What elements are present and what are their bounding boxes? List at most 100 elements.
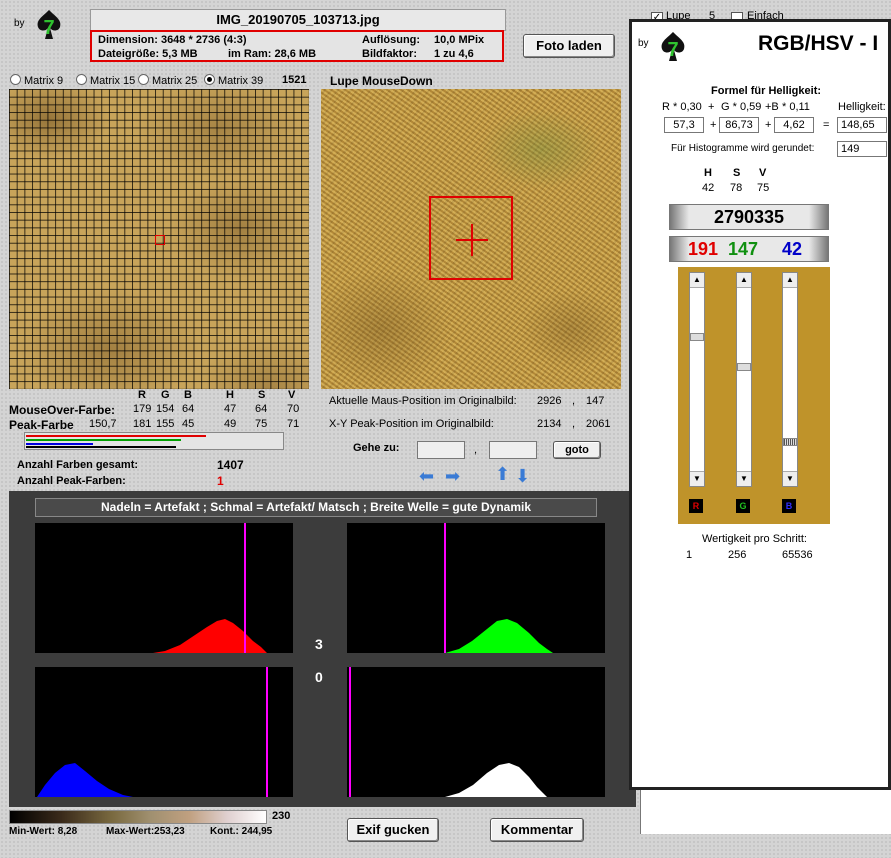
goto-label: Gehe zu:: [353, 442, 400, 454]
formula-title: Formel für Helligkeit:: [711, 85, 822, 97]
lupe-image[interactable]: [321, 89, 621, 389]
wertigkeit-b: 65536: [782, 549, 813, 561]
histogram-panel: Nadeln = Artefakt ; Schmal = Artefakt/ M…: [9, 491, 636, 807]
slider-b-thumb[interactable]: [783, 438, 797, 446]
rgb-value-b: 42: [782, 239, 803, 259]
rgb-panel-shadow: [640, 790, 891, 834]
peak-h: 49: [224, 418, 237, 430]
logo-icon: 7: [32, 8, 66, 42]
arrow-down-icon[interactable]: ⬇: [515, 466, 530, 487]
formula-r: R * 0,30: [662, 101, 702, 113]
hsv-header-h: H: [704, 167, 712, 179]
matrix-option-25[interactable]: Matrix 25: [138, 74, 197, 87]
radio-icon: [10, 74, 21, 85]
slider-down-icon[interactable]: ▼: [783, 471, 797, 486]
peak-values: 150,7 181 155 45 49 75 71: [0, 418, 310, 430]
g-weighted-field: 86,73: [719, 117, 759, 133]
slider-r-thumb[interactable]: [690, 333, 704, 341]
peak-position-label: X-Y Peak-Position im Originalbild:: [329, 418, 494, 430]
matrix-option-9[interactable]: Matrix 9: [10, 74, 63, 87]
wertigkeit-label: Wertigkeit pro Schritt:: [702, 533, 807, 545]
slider-r[interactable]: ▲ ▼: [689, 272, 705, 487]
filename-box: IMG_20190705_103713.jpg: [90, 9, 506, 31]
hsv-value-s: 78: [730, 182, 743, 194]
value-gradient: [9, 810, 267, 824]
peak-position-y: 2061: [586, 418, 611, 430]
peak-g: 155: [156, 418, 175, 430]
resolution-value: 10,0 MPix: [434, 34, 485, 46]
mouse-position-label: Aktuelle Maus-Position im Originalbild:: [329, 395, 517, 407]
slider-up-icon[interactable]: ▲: [690, 273, 704, 288]
hsv-value-v: 75: [757, 182, 770, 194]
arrow-left-icon[interactable]: ⬅: [419, 466, 434, 487]
histogram-middle-bottom: 0: [315, 669, 323, 685]
helligkeit-field: 148,65: [837, 117, 887, 133]
equals-sign: =: [823, 119, 830, 131]
matrix-center-marker: [155, 235, 165, 245]
color-swatch-sliders: ▲ ▼ ▲ ▼ ▲ ▼ R G B: [678, 267, 830, 524]
kommentar-button[interactable]: Kommentar: [490, 818, 584, 842]
slider-up-icon[interactable]: ▲: [737, 273, 751, 288]
goto-x-input[interactable]: [417, 441, 465, 459]
histogram-caption-box: Nadeln = Artefakt ; Schmal = Artefakt/ M…: [35, 498, 597, 517]
slider-g[interactable]: ▲ ▼: [736, 272, 752, 487]
plus-sign-1: +: [710, 119, 717, 131]
factor-label: Bildfaktor:: [362, 48, 417, 60]
total-colors-value: 1407: [217, 458, 244, 472]
peak-brightness: 150,7: [89, 418, 117, 430]
slider-g-thumb[interactable]: [737, 363, 751, 371]
b-weighted-field: 4,62: [774, 117, 814, 133]
radio-icon: [76, 74, 87, 85]
rgb-panel-by: by: [638, 38, 649, 49]
wertigkeit-r: 1: [686, 549, 693, 561]
arrow-up-icon[interactable]: ⬆: [495, 464, 510, 485]
rgb-panel: by 7 RGB/HSV - I Formel für Helligkeit: …: [629, 19, 891, 790]
histogram-green: [347, 523, 605, 653]
slider-label-b: B: [782, 499, 796, 513]
file-info-box: Dimension: 3648 * 2736 (4:3) Auflösung: …: [90, 30, 504, 62]
slider-down-icon[interactable]: ▼: [690, 471, 704, 486]
exif-button[interactable]: Exif gucken: [347, 818, 439, 842]
logo-by: by: [14, 18, 25, 29]
slider-label-r: R: [689, 499, 703, 513]
goto-y-input[interactable]: [489, 441, 537, 459]
peak-v: 71: [287, 418, 300, 430]
histogram-brightness: [347, 667, 605, 797]
slider-b[interactable]: ▲ ▼: [782, 272, 798, 487]
mouseover-r: 179: [133, 403, 152, 415]
peak-colors-value: 1: [217, 474, 224, 488]
rounded-label: Für Histogramme wird gerundet:: [671, 143, 815, 154]
foto-laden-button[interactable]: Foto laden: [523, 34, 615, 58]
color-code: 2790335: [713, 207, 785, 227]
peak-r: 181: [133, 418, 152, 430]
min-value: Min-Wert: 8,28: [9, 826, 78, 837]
rgb-value-r: 191: [688, 239, 719, 259]
histogram-blue: [35, 667, 293, 797]
brightness-bar: [26, 446, 176, 448]
header-g: G: [161, 389, 170, 401]
radio-selected-icon: [204, 74, 215, 85]
slider-up-icon[interactable]: ▲: [783, 273, 797, 288]
matrix-option-15[interactable]: Matrix 15: [76, 74, 135, 87]
hsv-value-h: 42: [702, 182, 715, 194]
arrow-right-icon[interactable]: ➡: [445, 466, 460, 487]
factor-value: 1 zu 4,6: [434, 48, 474, 60]
dimension: Dimension: 3648 * 2736 (4:3): [98, 34, 247, 46]
gradient-max-label: 230: [272, 810, 291, 822]
filename: IMG_20190705_103713.jpg: [216, 12, 380, 27]
matrix-option-39[interactable]: Matrix 39: [204, 74, 263, 87]
total-colors-label: Anzahl Farben gesamt:: [17, 459, 139, 471]
goto-sep: ,: [474, 444, 478, 456]
header-v: V: [288, 389, 296, 401]
hsv-header-s: S: [733, 167, 741, 179]
radio-icon: [138, 74, 149, 85]
goto-button[interactable]: goto: [553, 441, 601, 459]
slider-down-icon[interactable]: ▼: [737, 471, 751, 486]
resolution-label: Auflösung:: [362, 34, 421, 46]
mouseover-b: 64: [182, 403, 195, 415]
matrix-grid[interactable]: [9, 89, 309, 389]
header-h: H: [226, 389, 234, 401]
max-value: Max-Wert:253,23: [106, 826, 185, 837]
mouseover-values: 179 154 64 47 64 70: [0, 403, 310, 415]
mouse-position-sep: ,: [572, 395, 576, 407]
